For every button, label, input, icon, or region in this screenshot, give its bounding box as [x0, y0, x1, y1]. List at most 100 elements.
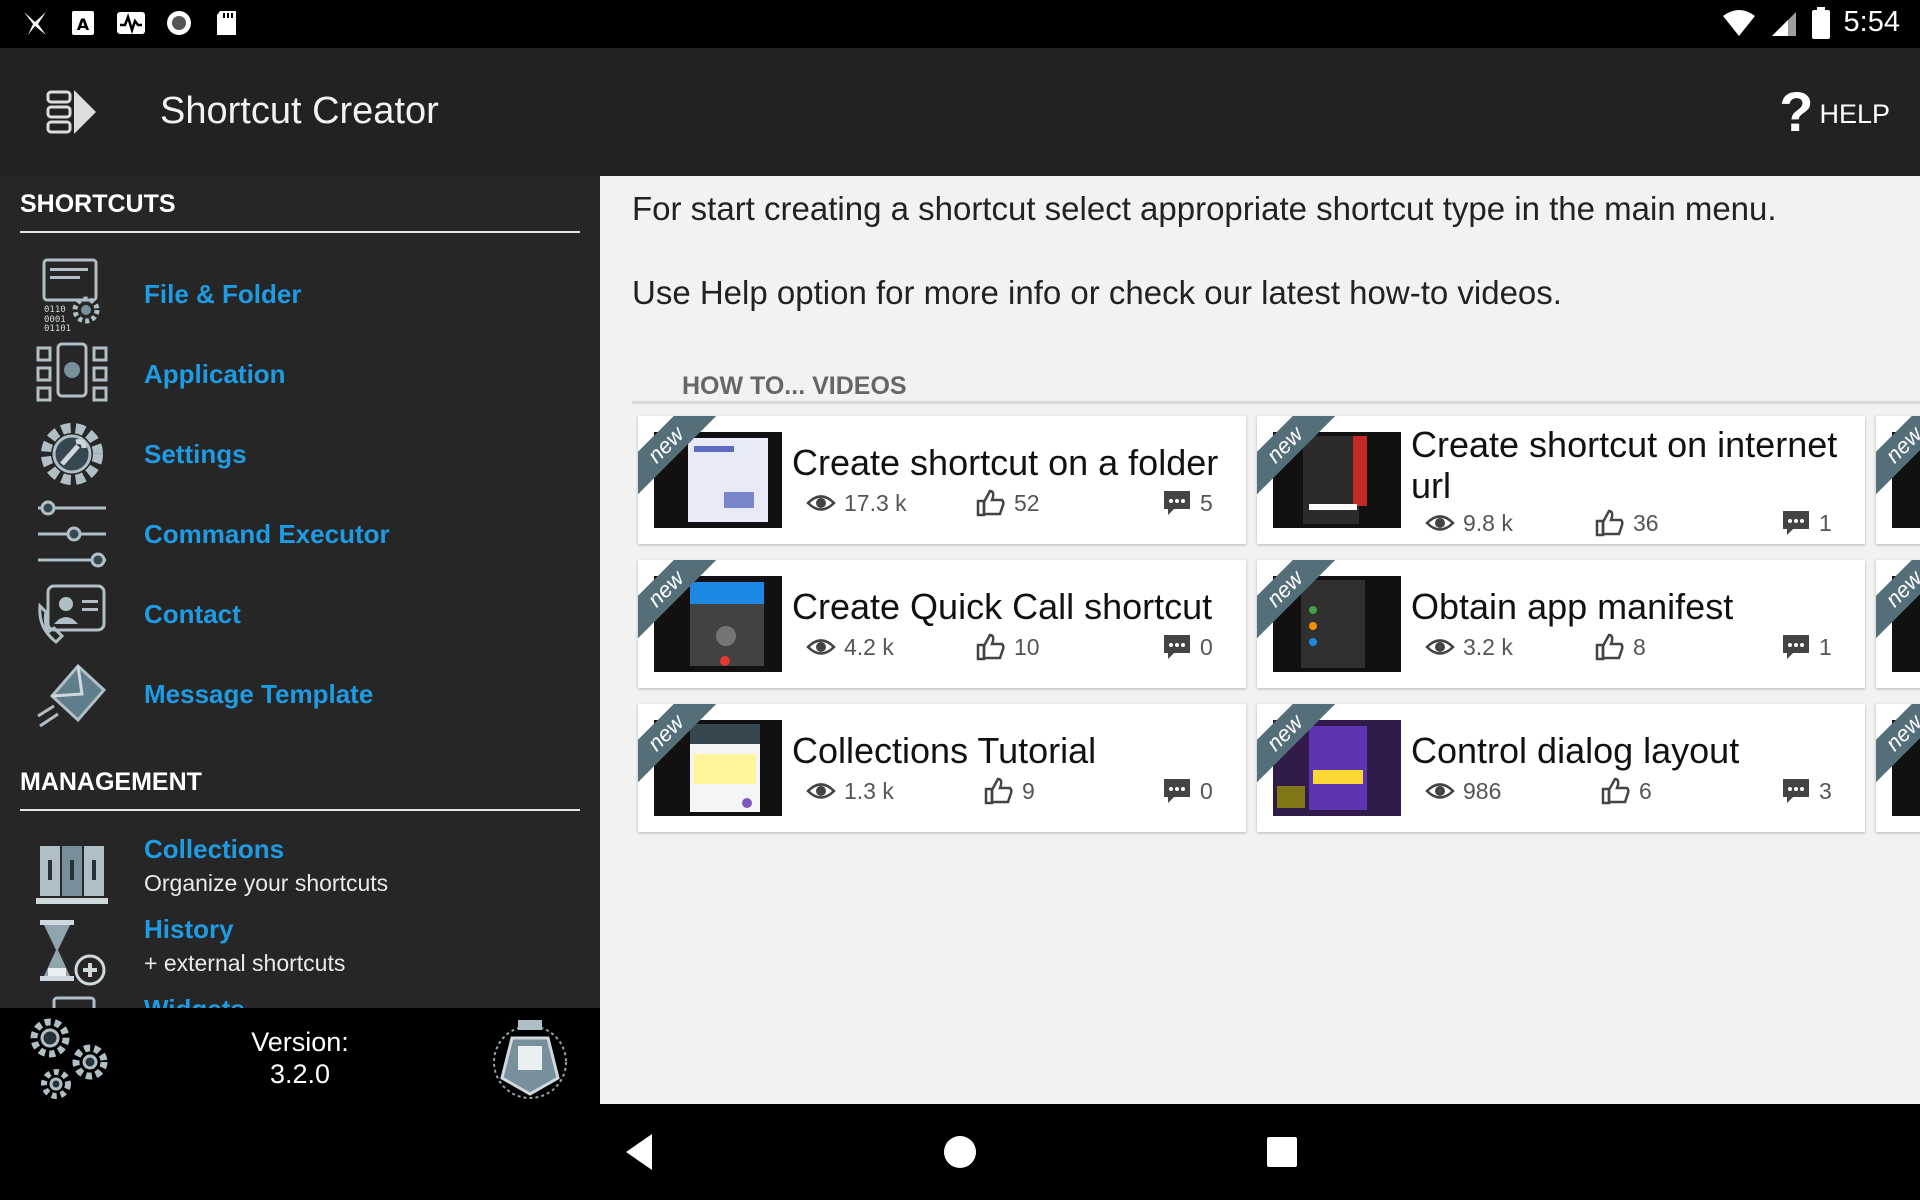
nav-label: Collections	[144, 834, 285, 864]
video-stats: 3.2 k 8 1	[1257, 632, 1865, 668]
application-icon	[36, 342, 108, 402]
comments-count: 5	[1200, 489, 1213, 516]
navigation-drawer: SHORTCUTS 0110 0001 01101 File & Folder …	[0, 176, 600, 1008]
message-template-icon	[37, 663, 107, 728]
video-title: Create Quick Call shortcut	[792, 586, 1213, 627]
nav-item-file-folder[interactable]: 0110 0001 01101 File & Folder	[0, 254, 600, 334]
views-stat: 17.3 k	[806, 488, 907, 518]
nav-item-settings[interactable]: Settings	[0, 414, 600, 494]
likes-count: 36	[1633, 509, 1659, 536]
system-navigation-bar	[0, 1104, 1920, 1200]
comments-count: 3	[1819, 777, 1832, 804]
nav-item-history[interactable]: History + external shortcuts	[0, 914, 600, 994]
settings-icon	[41, 423, 103, 485]
version-info: Version: 3.2.0	[200, 1026, 400, 1090]
widgets-icon	[52, 996, 96, 1008]
nav-item-contact[interactable]: Contact	[0, 574, 600, 654]
videos-section-header: HOW TO... VIDEOS	[632, 372, 1920, 404]
intro-text: For start creating a shortcut select app…	[632, 190, 1777, 227]
thumbs-up-icon	[1595, 509, 1624, 537]
clock: 5:54	[1843, 6, 1900, 38]
video-card-partial[interactable]: new	[1876, 560, 1920, 688]
video-card[interactable]: new Obtain app manifest 3.2 k 8 1	[1257, 560, 1865, 688]
record-notification-icon	[167, 11, 191, 35]
comments-stat: 0	[1162, 776, 1213, 806]
video-card-partial[interactable]: new	[1876, 704, 1920, 832]
app-bar: Shortcut Creator ? HELP	[0, 48, 1920, 176]
help-label: HELP	[1819, 98, 1890, 129]
drawer-footer: Version: 3.2.0	[0, 1008, 600, 1104]
likes-stat: 6	[1601, 776, 1652, 806]
comment-icon	[1164, 779, 1190, 803]
nav-item-command-executor[interactable]: Command Executor	[0, 494, 600, 574]
nav-label: Command Executor	[144, 518, 390, 549]
views-stat: 3.2 k	[1425, 632, 1513, 662]
views-count: 9.8 k	[1463, 509, 1513, 536]
comment-icon	[1783, 779, 1809, 803]
svg-text:A: A	[77, 15, 90, 34]
back-icon[interactable]	[614, 1126, 666, 1178]
gears-icon[interactable]	[22, 1016, 114, 1102]
video-card[interactable]: new Collections Tutorial 1.3 k 9 0	[638, 704, 1246, 832]
thumbs-up-icon	[976, 633, 1005, 661]
views-count: 3.2 k	[1463, 633, 1513, 660]
video-stats: 4.2 k 10 0	[638, 632, 1246, 668]
video-card[interactable]: new Create Quick Call shortcut 4.2 k 10 …	[638, 560, 1246, 688]
likes-count: 8	[1633, 633, 1646, 660]
sd-card-notification-icon	[217, 11, 236, 35]
app-title: Shortcut Creator	[160, 90, 439, 132]
eye-icon	[1425, 515, 1455, 531]
views-count: 4.2 k	[844, 633, 894, 660]
nav-label: Contact	[144, 598, 241, 629]
likes-count: 52	[1014, 489, 1040, 516]
eye-icon	[1425, 783, 1455, 799]
nav-item-message-template[interactable]: Message Template	[0, 654, 600, 734]
svg-text:01101: 01101	[44, 324, 71, 332]
nav-sublabel: Organize your shortcuts	[144, 870, 389, 896]
video-card-partial[interactable]: new	[1876, 416, 1920, 544]
views-stat: 9.8 k	[1425, 508, 1513, 538]
comment-icon	[1783, 635, 1809, 659]
likes-stat: 36	[1595, 508, 1659, 538]
nav-label: Widgets	[144, 994, 245, 1008]
video-title: Obtain app manifest	[1411, 586, 1734, 627]
comments-stat: 5	[1162, 488, 1213, 518]
video-card[interactable]: new Control dialog layout 986 6 3	[1257, 704, 1865, 832]
file-folder-icon: 0110 0001 01101	[42, 258, 100, 332]
history-icon	[40, 920, 106, 986]
comments-count: 1	[1819, 633, 1832, 660]
comments-count: 0	[1200, 633, 1213, 660]
cell-signal-icon	[1771, 11, 1796, 36]
eye-icon	[1425, 639, 1455, 655]
home-icon[interactable]	[934, 1126, 986, 1178]
menu-toggle-icon[interactable]	[40, 86, 100, 138]
thumbs-up-icon	[976, 489, 1005, 517]
battery-icon	[1811, 6, 1830, 39]
video-stats: 1.3 k 9 0	[638, 776, 1246, 812]
nav-item-collections[interactable]: Collections Organize your shortcuts	[0, 834, 600, 914]
nav-sublabel: + external shortcuts	[144, 950, 346, 976]
version-label: Version:	[251, 1027, 349, 1057]
command-executor-icon	[38, 500, 106, 568]
team-badge-icon[interactable]	[488, 1016, 572, 1100]
comments-stat: 0	[1162, 632, 1213, 662]
nav-item-application[interactable]: Application	[0, 334, 600, 414]
nav-item-widgets[interactable]: Widgets	[0, 994, 600, 1008]
likes-stat: 10	[976, 632, 1040, 662]
help-question-icon: ?	[1779, 80, 1814, 143]
likes-count: 10	[1014, 633, 1040, 660]
thumbs-up-icon	[1601, 777, 1630, 805]
video-stats: 986 6 3	[1257, 776, 1865, 812]
comment-icon	[1164, 635, 1190, 659]
likes-stat: 52	[976, 488, 1040, 518]
video-card[interactable]: new Create shortcut on internet url 9.8 …	[1257, 416, 1865, 544]
likes-count: 9	[1022, 777, 1035, 804]
nav-label: Settings	[144, 438, 247, 469]
comments-count: 1	[1819, 509, 1832, 536]
pinwheel-notification-icon	[24, 12, 46, 35]
video-card[interactable]: new Create shortcut on a folder 17.3 k 5…	[638, 416, 1246, 544]
recents-icon[interactable]	[1256, 1126, 1308, 1178]
comments-stat: 1	[1781, 632, 1832, 662]
comments-stat: 1	[1781, 508, 1832, 538]
help-button[interactable]: ? HELP	[1779, 84, 1890, 140]
